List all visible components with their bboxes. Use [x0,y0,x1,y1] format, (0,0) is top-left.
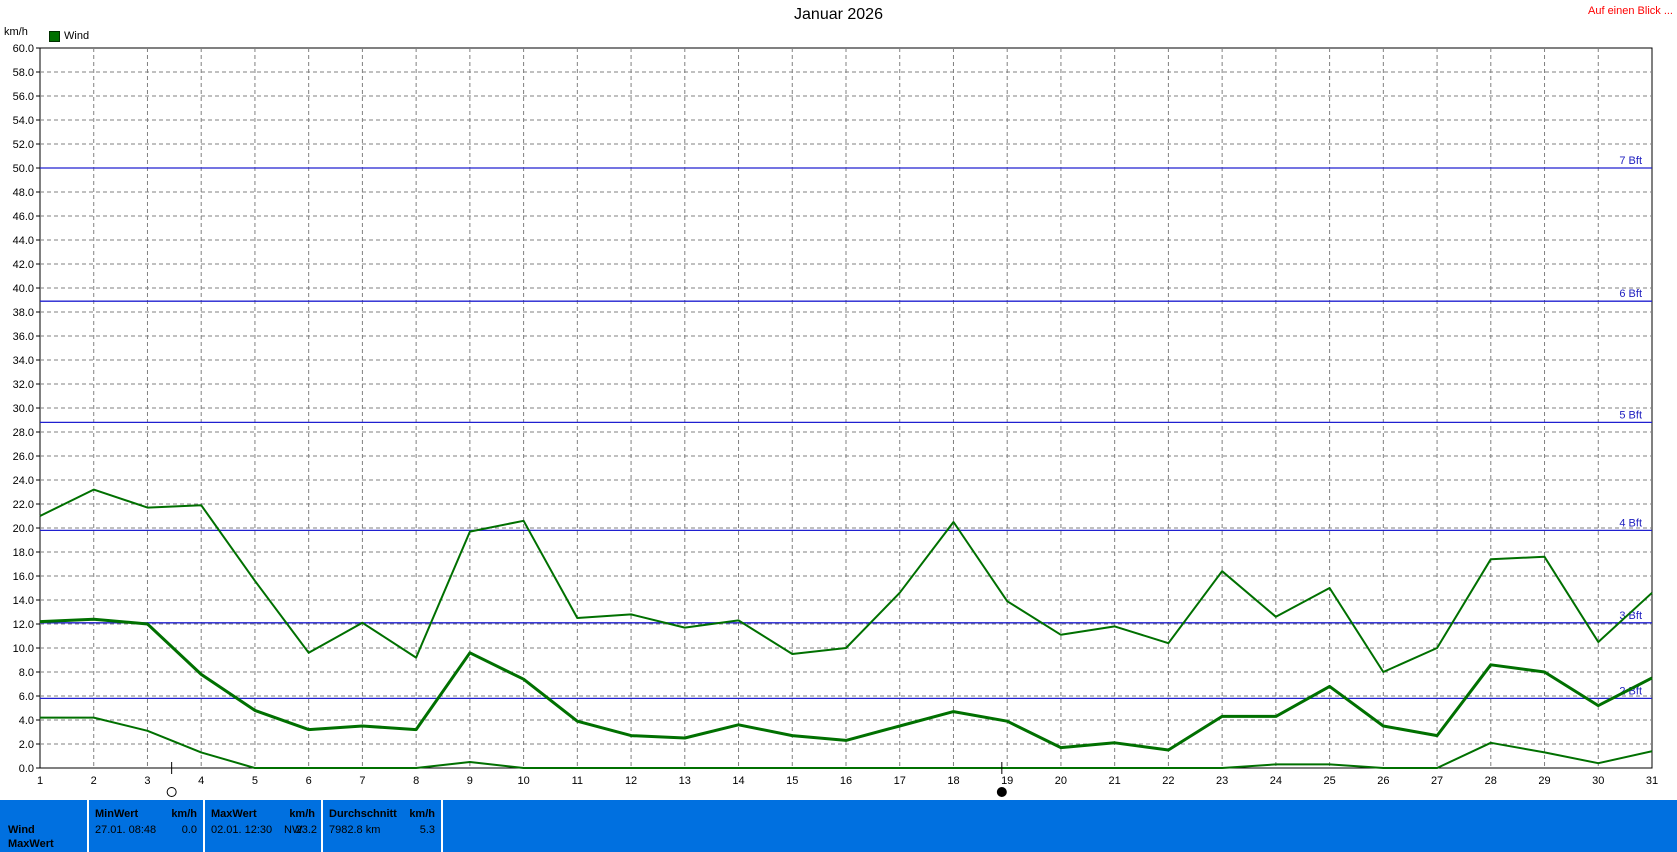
legend: Wind [49,30,89,42]
y-tick-label: 0.0 [19,763,34,775]
stats-bar: Wind MaxWert MinWert km/h 27.01. 08:48 0… [0,800,1677,852]
x-tick-label: 19 [1001,775,1013,787]
bft-label: 4 Bft [1619,517,1642,529]
x-tick-label: 17 [894,775,906,787]
x-tick-label: 26 [1377,775,1389,787]
bft-label: 7 Bft [1619,155,1642,167]
x-tick-label: 2 [91,775,97,787]
y-axis-unit: km/h [4,26,28,38]
x-tick-label: 3 [144,775,150,787]
y-tick-label: 22.0 [13,499,34,511]
y-tick-label: 10.0 [13,643,34,655]
stats-max-box: MaxWert km/h 02.01. 12:30 NW 23.2 [203,800,321,852]
y-tick-label: 28.0 [13,427,34,439]
y-tick-label: 26.0 [13,451,34,463]
x-tick-label: 27 [1431,775,1443,787]
overview-link[interactable]: Auf einen Blick ... [1588,5,1673,17]
x-tick-label: 20 [1055,775,1067,787]
chart-title: Januar 2026 [794,6,883,23]
y-tick-label: 2.0 [19,739,34,751]
x-tick-label: 25 [1323,775,1335,787]
x-tick-label: 6 [306,775,312,787]
full-moon-icon [166,787,177,797]
x-tick-label: 29 [1538,775,1550,787]
stats-row-wind: Wind [8,824,35,836]
stats-max-header: MaxWert [211,808,257,820]
y-tick-label: 4.0 [19,715,34,727]
y-tick-label: 40.0 [13,283,34,295]
y-tick-label: 56.0 [13,91,34,103]
y-tick-label: 34.0 [13,355,34,367]
x-tick-label: 11 [572,775,583,787]
stats-max-value: 23.2 [295,824,317,836]
stats-avg-unit: km/h [409,808,435,820]
stats-max-unit: km/h [289,808,315,820]
x-tick-label: 9 [467,775,473,787]
stats-avg-total: 7982.8 km [329,824,381,836]
y-tick-label: 32.0 [13,379,34,391]
x-tick-label: 15 [786,775,798,787]
x-tick-label: 12 [625,775,637,787]
x-tick-label: 7 [359,775,365,787]
stats-min-when: 27.01. 08:48 [95,824,157,836]
x-tick-label: 30 [1592,775,1604,787]
y-tick-label: 58.0 [13,67,34,79]
y-tick-label: 48.0 [13,187,34,199]
y-tick-label: 38.0 [13,307,34,319]
y-tick-label: 24.0 [13,475,34,487]
x-tick-label: 4 [198,775,204,787]
y-tick-label: 16.0 [13,571,34,583]
new-moon-icon [996,787,1007,797]
y-tick-label: 18.0 [13,547,34,559]
y-tick-label: 46.0 [13,211,34,223]
y-tick-label: 30.0 [13,403,34,415]
y-tick-label: 20.0 [13,523,34,535]
wind-chart: 2 Bft3 Bft4 Bft5 Bft6 Bft7 Bft 0.02.04.0… [13,43,1658,797]
y-tick-label: 8.0 [19,667,34,679]
y-tick-label: 6.0 [19,691,34,703]
stats-avg-box: Durchschnitt km/h 7982.8 km 5.3 [321,800,443,852]
x-axis-ticks: 1 2 3 4 5 6 7 8 9 10 11 12 13 14 15 16 17 18 19 20 21 22 23 24 2… [37,775,1658,787]
stats-row-maxwert: MaxWert [8,838,54,850]
x-tick-label: 8 [413,775,419,787]
x-tick-label: 14 [732,775,744,787]
stats-min-box: MinWert km/h 27.01. 08:48 0.0 [87,800,203,852]
y-tick-label: 52.0 [13,139,34,151]
x-tick-label: 21 [1109,775,1121,787]
x-tick-label: 13 [679,775,691,787]
x-tick-label: 28 [1485,775,1497,787]
y-tick-label: 36.0 [13,331,34,343]
x-tick-label: 24 [1270,775,1282,787]
y-tick-label: 60.0 [13,43,34,55]
y-tick-label: 54.0 [13,115,34,127]
x-tick-label: 5 [252,775,258,787]
stats-min-header: MinWert [95,808,139,820]
y-tick-label: 42.0 [13,259,34,271]
bft-label: 6 Bft [1619,288,1642,300]
stats-avg-header: Durchschnitt [329,808,397,820]
y-tick-label: 14.0 [13,595,34,607]
x-tick-label: 10 [517,775,529,787]
x-tick-label: 31 [1646,775,1658,787]
legend-label: Wind [64,30,90,42]
bft-label: 5 Bft [1619,409,1642,421]
x-tick-label: 1 [37,775,43,787]
y-tick-label: 44.0 [13,235,34,247]
stats-max-when: 02.01. 12:30 [211,824,273,836]
stats-min-value: 0.0 [181,824,197,836]
x-tick-label: 23 [1216,775,1228,787]
y-tick-label: 12.0 [13,619,34,631]
stats-avg-value: 5.3 [419,824,435,836]
stats-min-unit: km/h [171,808,197,820]
x-tick-label: 18 [947,775,959,787]
y-axis-ticks: 0.0 2.0 4.0 6.0 8.0 10.0 12.0 14.0 16.0 18.0 20.0 2… [13,43,40,775]
x-tick-label: 22 [1162,775,1174,787]
y-tick-label: 50.0 [13,163,34,175]
x-tick-label: 16 [840,775,852,787]
legend-swatch [49,30,60,42]
